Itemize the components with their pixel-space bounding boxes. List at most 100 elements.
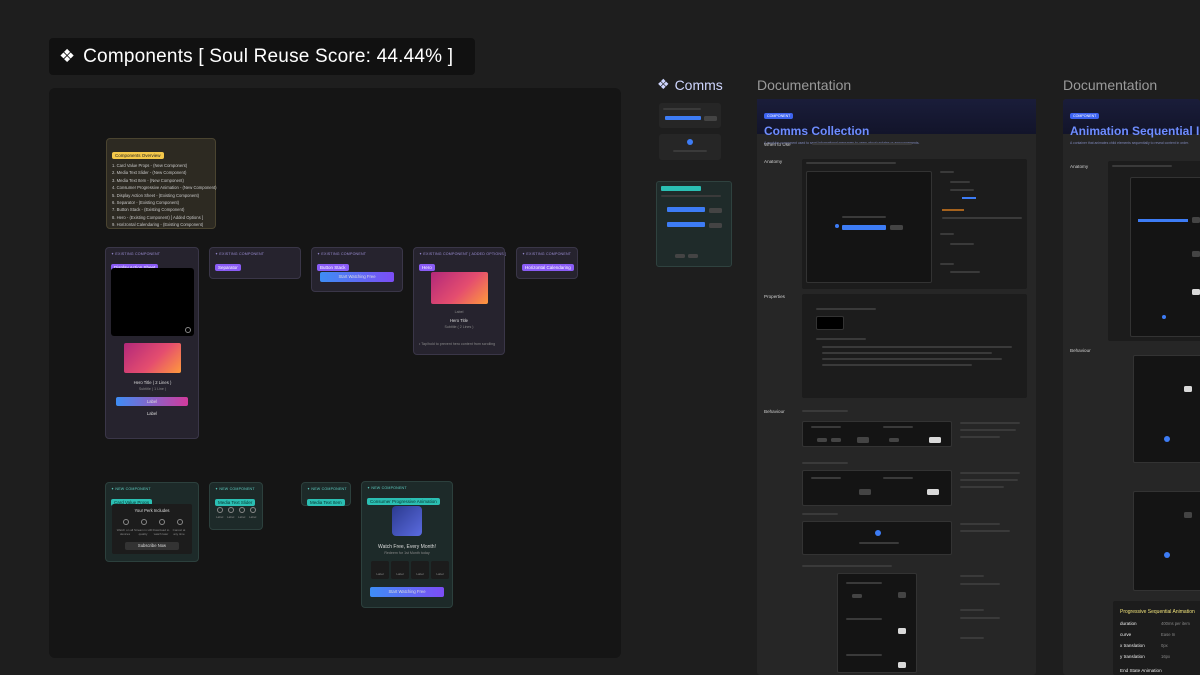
table-value: Ease In	[1161, 632, 1176, 637]
doc1-behaviour-frame	[802, 421, 952, 447]
doc1-row-behaviour: Behaviour	[764, 409, 785, 414]
components-overview-card[interactable]: Components Overview 1. Card Value Props …	[106, 138, 217, 229]
slider-item-icon	[239, 507, 245, 513]
calendar-illustration-icon	[392, 506, 422, 536]
card-kind: ✦ EXISTING COMPONENT	[215, 252, 265, 256]
slider-item-icon	[228, 507, 234, 513]
doc2-animation-table: Progressive Sequential Animation duratio…	[1113, 601, 1200, 675]
comms-preview-3[interactable]	[656, 181, 732, 267]
step-box	[391, 561, 409, 579]
animation-title: Watch Free, Every Month!	[378, 544, 436, 550]
doc2-behaviour-frame	[1133, 355, 1200, 463]
slider-item-icon	[217, 507, 223, 513]
video-placeholder[interactable]	[111, 268, 194, 336]
doc2-footer: End State Animation	[1120, 668, 1162, 673]
doc1-row-properties: Properties	[764, 294, 785, 299]
card-kind: ✦ EXISTING COMPONENT	[111, 252, 161, 256]
doc2-banner-label: COMPONENT	[1070, 113, 1100, 119]
secondary-button[interactable]: Label	[116, 409, 188, 418]
hero-thumbnail	[124, 343, 181, 373]
doc2-panel[interactable]: COMPONENT Animation Sequential In A cont…	[1063, 99, 1200, 675]
perk-icon	[123, 519, 129, 525]
card-kind: ✦ EXISTING COMPONENT	[317, 252, 367, 256]
hero-thumbnail	[431, 272, 488, 304]
step-label: Label	[416, 572, 424, 576]
play-icon[interactable]	[185, 327, 191, 333]
overview-item: 7. Button Stack - (Existing Component)	[112, 207, 185, 213]
doc2-title: Animation Sequential In	[1070, 124, 1200, 138]
comms-preview-2[interactable]	[659, 134, 721, 160]
step-box	[431, 561, 449, 579]
doc1-properties-panel	[802, 294, 1027, 398]
hero-note: • Tap/hold to prevent hero content from …	[419, 342, 496, 346]
overview-item: 1. Card Value Props - (New Component)	[112, 163, 188, 168]
doc2-behaviour-frame	[1133, 491, 1200, 591]
animation-subtitle: Redeem for 1st Month today	[384, 551, 430, 555]
doc1-behaviour-frame	[802, 470, 952, 506]
overview-item: 5. Display Action Sheet - (Existing Comp…	[112, 192, 200, 198]
perk-icon	[159, 519, 165, 525]
step-label: Label	[436, 572, 444, 576]
card-badge: Consumer Progressive Animation	[367, 498, 440, 505]
overview-tag: Components Overview	[112, 152, 164, 159]
component-glyph-icon: ❖	[657, 76, 670, 92]
doc2-banner: COMPONENT Animation Sequential In A cont…	[1063, 99, 1200, 145]
doc1-header: Documentation	[757, 77, 852, 93]
section-title-text: Components [ Soul Reuse Score: 44.44% ]	[83, 45, 454, 67]
subscribe-button[interactable]: Subscribe Now	[125, 542, 179, 550]
overview-item: 3. Media Text Item - (New Component)	[112, 177, 184, 183]
overview-item: 9. Horizontal Calendaring - (Existing Co…	[112, 222, 204, 228]
section-title: ❖ Components [ Soul Reuse Score: 44.44% …	[49, 38, 475, 75]
doc1-behaviour-frame	[802, 521, 952, 555]
value-props-heading: Your Perk Includes	[134, 508, 170, 513]
table-value: 400ms per item	[1161, 621, 1190, 626]
perk-label: Stream in HD quality	[134, 528, 153, 536]
separator-card[interactable]: ✦ EXISTING COMPONENT Separator	[209, 247, 301, 279]
card-badge: Button Stack	[317, 264, 349, 271]
overview-item: 6. Separator - (Existing Component)	[112, 200, 180, 206]
slider-item-label: Label	[227, 515, 235, 519]
doc2-table-title: Progressive Sequential Animation	[1120, 609, 1195, 615]
doc1-panel[interactable]: COMPONENT Comms Collection A modular com…	[757, 99, 1036, 675]
perk-label: Watch on all devices	[116, 528, 134, 536]
start-watching-button[interactable]: Start Watching Free	[320, 272, 394, 282]
card-badge: Hero	[419, 264, 435, 271]
doc1-row-anatomy: Anatomy	[764, 159, 783, 164]
slider-item-label: Label	[216, 515, 224, 519]
hero-title: Hero Title	[450, 318, 468, 323]
hero-subtitle: Subtitle ( 2 Lines )	[444, 325, 474, 329]
doc2-row-anatomy: Anatomy	[1070, 164, 1089, 169]
doc2-subtitle: A container that animates child elements…	[1070, 141, 1189, 145]
step-label: Label	[376, 572, 384, 576]
media-text-item-card[interactable]: ✦ NEW COMPONENT Media Text Item	[301, 482, 351, 506]
table-key: duration	[1120, 621, 1137, 626]
media-text-slider-card[interactable]: ✦ NEW COMPONENT Media Text Slider	[209, 482, 263, 530]
card-badge: Media Text Slider	[215, 499, 256, 506]
doc1-anatomy-panel	[802, 159, 1027, 289]
start-watching-button[interactable]: Start Watching Free	[370, 587, 444, 597]
table-key: x translation	[1120, 643, 1145, 648]
doc2-anatomy-panel	[1108, 161, 1200, 341]
doc1-banner: COMPONENT Comms Collection A modular com…	[757, 99, 1036, 145]
doc1-title: Comms Collection	[764, 124, 870, 138]
doc1-row-when-to-use: When to Use	[764, 142, 791, 147]
card-kind: ✦ NEW COMPONENT	[111, 487, 151, 491]
doc1-banner-label: COMPONENT	[764, 113, 794, 119]
horizontal-calendaring-card[interactable]: ✦ EXISTING COMPONENT Horizontal Calendar…	[516, 247, 578, 279]
slider-item-label: Label	[238, 515, 246, 519]
button-stack-card[interactable]: ✦ EXISTING COMPONENT Button Stack	[311, 247, 403, 292]
hero-title: Hero Title ( 2 Lines )	[133, 380, 172, 385]
perk-label: Cancel at any time	[172, 528, 186, 536]
card-kind: ✦ NEW COMPONENT	[215, 487, 255, 491]
table-key: curve	[1120, 632, 1132, 637]
table-key: y translation	[1120, 654, 1145, 659]
table-value: 0px	[1161, 643, 1168, 648]
primary-button[interactable]: Label	[116, 397, 188, 406]
comms-preview-1[interactable]	[659, 103, 721, 128]
doc1-behaviour-frame	[837, 573, 917, 673]
table-value: 16px	[1161, 654, 1171, 659]
perk-icon	[141, 519, 147, 525]
card-kind: ✦ NEW COMPONENT	[307, 487, 347, 491]
hero-subtitle: Subtitle ( 1 Line )	[138, 387, 167, 391]
slider-item-icon	[250, 507, 256, 513]
